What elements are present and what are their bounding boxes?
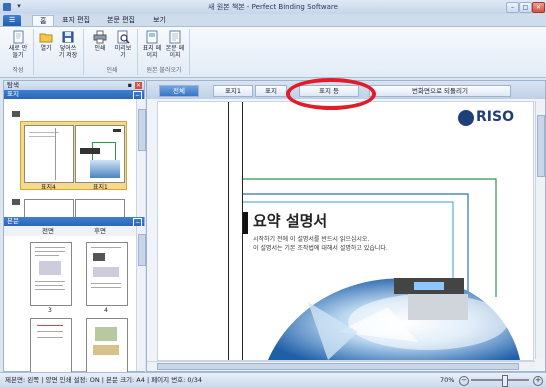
preview-vertical-scrollbar[interactable] <box>535 101 545 359</box>
print-button[interactable]: 인쇄 <box>89 30 111 52</box>
save-button[interactable]: 덮어쓰기 저장 <box>57 30 79 59</box>
document-line1: 시작하기 전에 이 설명서를 반드시 읽으십시오. <box>253 236 370 243</box>
ribbon-group-label: 원본 불러오기 <box>146 67 182 74</box>
zoom-in-button[interactable]: + <box>533 376 543 386</box>
status-bar: 제본면: 왼쪽 | 양면 인쇄 설정: ON | 본문 크기: A4 | 페이지… <box>0 372 546 387</box>
tab-body-edit[interactable]: 본문 편집 <box>100 15 142 26</box>
ribbon: 새로 만들기 작성 열기 덮어쓰기 저장 인쇄 미리보기 인쇄 표지 페이지 본… <box>0 26 546 78</box>
tab-cover[interactable]: 표지 <box>255 85 287 97</box>
zoom-slider-thumb[interactable] <box>502 375 509 387</box>
cover-spread-thumbnail-selected[interactable]: 표지4 표지1 <box>20 121 127 191</box>
navigation-panel: 탐색 ▪ ✕ 표지 − 표지4 표지1 본문 − 전면 후면 3 4 <box>3 80 146 372</box>
preview-button[interactable]: 미리보기 <box>112 30 134 59</box>
page-number-label: 4 <box>104 307 108 314</box>
navigation-panel-header: 탐색 ▪ ✕ <box>4 81 144 90</box>
body-page-icon <box>168 30 182 44</box>
cover4-label: 표지4 <box>41 184 56 191</box>
open-button[interactable]: 열기 <box>35 30 57 52</box>
printer-icon <box>93 30 107 44</box>
document-line2: 이 설명서는 기본 조작법에 대해서 설명하고 있습니다. <box>253 245 388 252</box>
ribbon-group-create: 새로 만들기 작성 <box>3 29 34 75</box>
cover-section-header: 표지 − <box>4 90 144 100</box>
window-title: 새 원본 책본 - Perfect Binding Software <box>208 3 338 11</box>
close-button[interactable]: ✕ <box>532 2 545 13</box>
save-disk-icon <box>61 30 75 44</box>
cover-thumbnail-area: 표지4 표지1 <box>4 99 136 218</box>
body-page-thumbnail[interactable] <box>86 318 128 372</box>
panel-close-icon[interactable]: ✕ <box>135 82 142 89</box>
body-column-headers: 전면 후면 <box>4 226 136 236</box>
preview-icon <box>116 30 130 44</box>
ribbon-group-label: 작성 <box>12 67 24 74</box>
preview-area: 전체 표지1 표지 표지 등 번화면으로 되돌리기 RISO 요약 설명서 시작… <box>146 80 546 372</box>
new-button[interactable]: 새로 만들기 <box>7 30 29 59</box>
tab-view[interactable]: 보기 <box>146 15 173 26</box>
tab-all[interactable]: 전체 <box>159 85 199 97</box>
cover-page-import-button[interactable]: 표지 페이지 <box>141 30 163 59</box>
ribbon-group-print: 인쇄 미리보기 인쇄 <box>87 29 138 75</box>
zoom-out-button[interactable]: − <box>459 376 469 386</box>
tab-cover1[interactable]: 표지1 <box>213 85 253 97</box>
pin-icon[interactable]: ▪ <box>128 81 132 90</box>
heading-bar <box>243 212 248 234</box>
ribbon-group-import: 표지 페이지 본문 페이지 원본 불러오기 <box>139 29 190 75</box>
body-scrollbar[interactable] <box>136 226 146 371</box>
cover2-thumbnail[interactable] <box>24 199 74 218</box>
cover-spread-marker <box>12 111 20 117</box>
document-heading: 요약 설명서 <box>253 212 328 230</box>
ribbon-group-label: 인쇄 <box>106 67 118 74</box>
preview-horizontal-scrollbar[interactable] <box>147 361 535 370</box>
cover3-thumbnail[interactable] <box>75 199 125 218</box>
body-page-thumbnail[interactable] <box>86 242 128 306</box>
highlight-annotation-ring <box>286 78 376 110</box>
body-section-header: 본문 − <box>4 217 144 227</box>
cover4-thumbnail <box>24 125 74 183</box>
riso-logo-text: RISO <box>476 109 514 125</box>
title-bar: ▾ 새 원본 책본 - Perfect Binding Software – □… <box>0 0 546 15</box>
zoom-slider[interactable] <box>471 375 529 387</box>
riso-logo-icon <box>458 110 474 126</box>
maximize-button[interactable]: □ <box>519 2 532 13</box>
cover-scrollbar[interactable] <box>136 99 146 217</box>
front-column-header: 전면 <box>42 227 54 235</box>
cover1-label: 표지1 <box>93 184 108 191</box>
zoom-level: 70% <box>440 376 455 384</box>
cover-page-icon <box>145 30 159 44</box>
body-thumbnail-area: 3 4 <box>4 236 136 372</box>
ribbon-group-file: 열기 덮어쓰기 저장 <box>33 29 84 75</box>
body-page-thumbnail[interactable] <box>30 242 72 306</box>
cover-spread-marker <box>12 199 20 205</box>
restore-view-button[interactable]: 번화면으로 되돌리기 <box>369 85 511 97</box>
status-text: 제본면: 왼쪽 | 양면 인쇄 설정: ON | 본문 크기: A4 | 페이지… <box>5 376 203 384</box>
body-page-import-button[interactable]: 본문 페이지 <box>164 30 186 59</box>
body-page-thumbnail[interactable] <box>30 318 72 372</box>
minimize-button[interactable]: – <box>506 2 519 13</box>
ribbon-tab-bar: ☰ 홈 표지 편집 본문 편집 보기 <box>0 14 546 27</box>
file-menu-tab[interactable]: ☰ <box>3 15 22 26</box>
new-file-icon <box>11 30 25 44</box>
cover-artwork <box>243 178 520 360</box>
page-number-label: 3 <box>48 307 52 314</box>
cover1-thumbnail <box>75 125 125 183</box>
open-folder-icon <box>39 30 53 44</box>
document-canvas[interactable]: RISO 요약 설명서 시작하기 전에 이 설명서를 반드시 읽으십시오. 이 … <box>157 101 534 361</box>
back-column-header: 후면 <box>94 227 106 235</box>
tab-cover-edit[interactable]: 표지 편집 <box>55 15 97 26</box>
